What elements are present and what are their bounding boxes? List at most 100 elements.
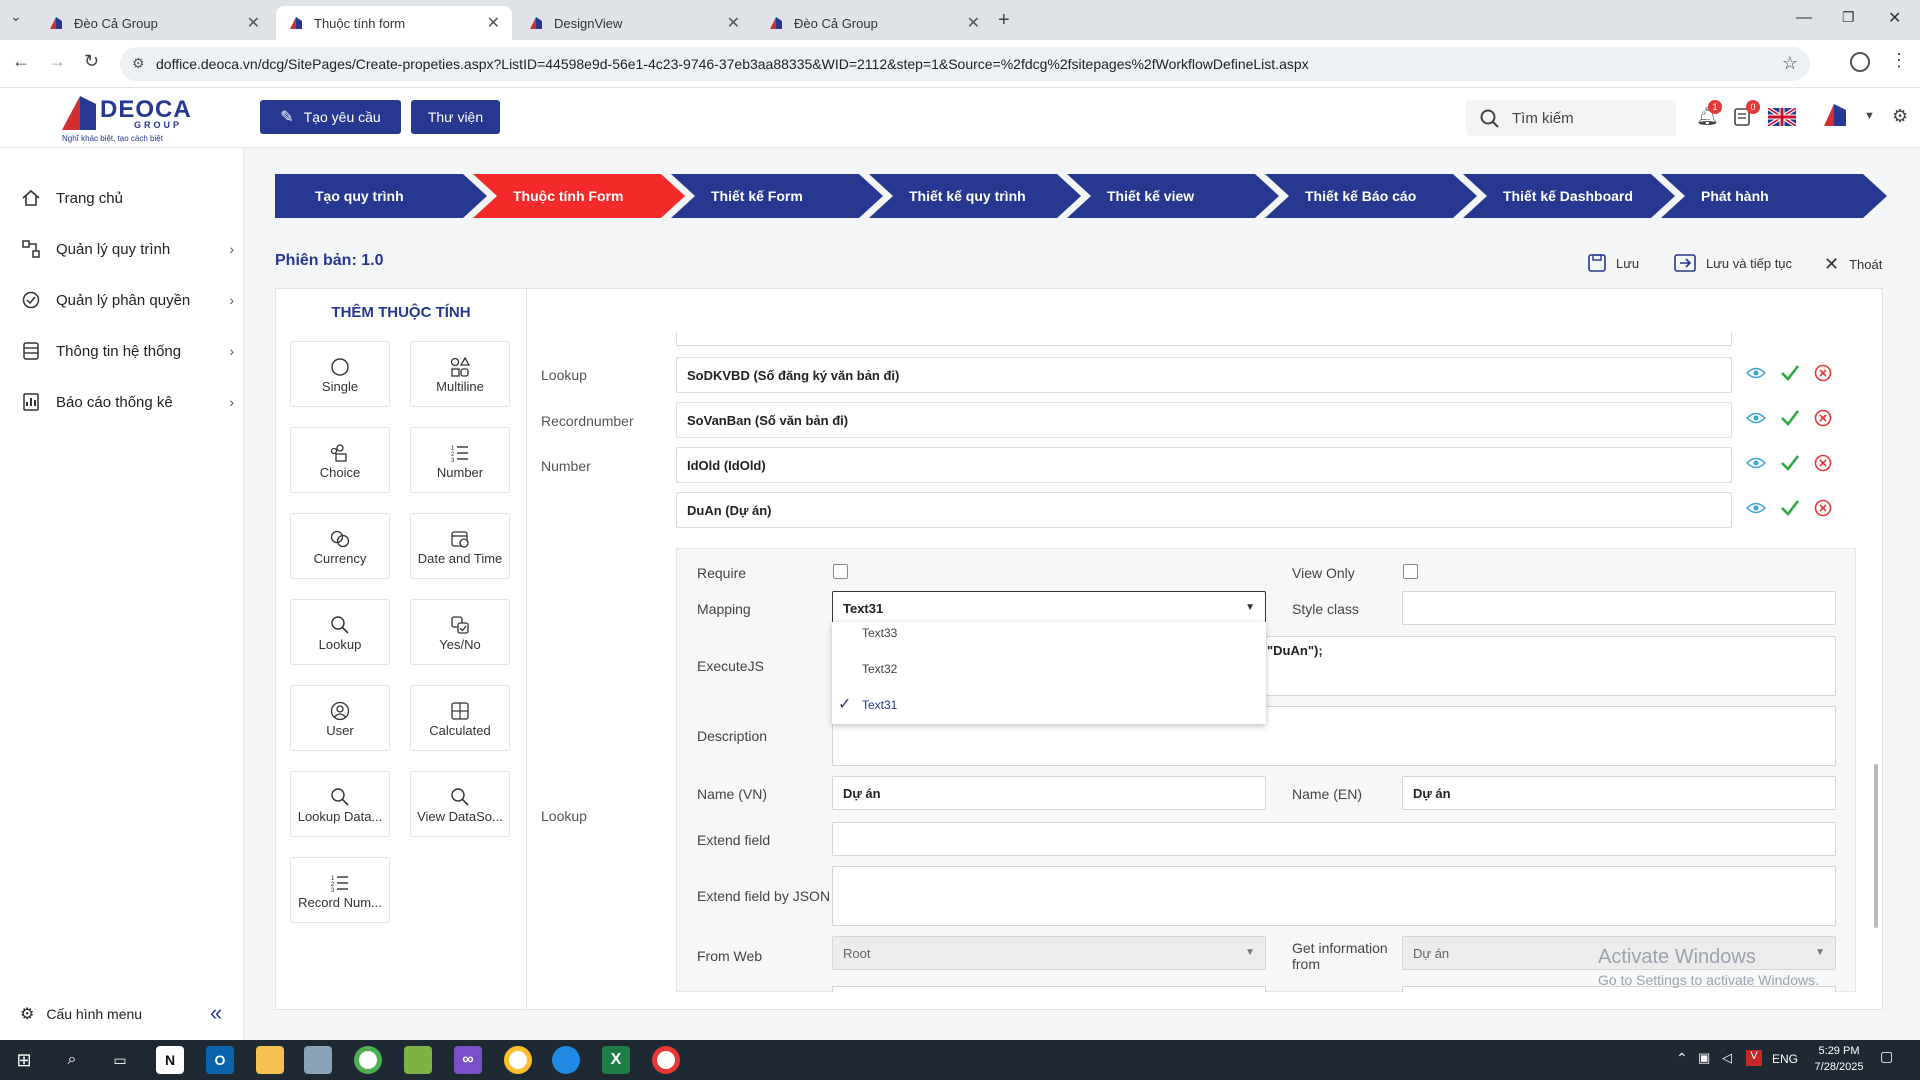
step-workflow-design[interactable]: Thiết kế quy trình [869,174,1081,218]
volume-icon[interactable]: ◁ [1722,1050,1732,1066]
site-info-icon[interactable]: ⚙ [132,55,145,72]
browser-tab-1[interactable]: Đèo Cả Group ✕ [36,6,272,40]
close-icon[interactable]: ✕ [727,13,740,33]
antivirus-icon[interactable]: V [1746,1050,1762,1066]
field-row[interactable]: IdOld (IdOld) [676,447,1732,483]
windows-start-icon[interactable]: ⊞ [10,1046,38,1074]
eye-icon[interactable] [1746,501,1766,520]
avatar[interactable] [1818,100,1852,134]
palette-date-time[interactable]: Date and Time [410,513,510,579]
palette-currency[interactable]: Currency [290,513,390,579]
settings-gear-icon[interactable]: ⚙ [1892,106,1908,127]
minimize-icon[interactable]: — [1796,9,1812,27]
name-en-input[interactable]: Dự án [1402,776,1836,810]
profile-icon[interactable] [1850,52,1870,72]
name-vn-input[interactable]: Dự án [832,776,1266,810]
from-web-select[interactable]: Root ▼ [832,936,1266,970]
palette-lookup[interactable]: Lookup [290,599,390,665]
mapping-option-selected[interactable]: Text31 [862,698,897,712]
sidebar-item-reports[interactable]: Báo cáo thống kê › [20,382,240,422]
close-icon[interactable]: ✕ [247,13,260,33]
extend-json-textarea[interactable] [832,866,1836,926]
eye-icon[interactable] [1746,411,1766,430]
field-row[interactable]: DuAn (Dự án) [676,492,1732,528]
window-close-icon[interactable]: ✕ [1888,8,1901,28]
search-input[interactable]: Tìm kiếm [1466,100,1676,136]
sidebar-item-permission[interactable]: Quản lý phân quyền › [20,280,240,320]
visual-studio-icon[interactable]: ∞ [454,1046,482,1074]
step-create-workflow[interactable]: Tạo quy trình [275,174,487,218]
step-view-design[interactable]: Thiết kế view [1067,174,1279,218]
messenger-icon[interactable] [552,1046,580,1074]
tab-list-icon[interactable]: ⌄ [10,8,22,25]
extend-field-input[interactable] [832,822,1836,856]
cancel-circle-icon[interactable] [1814,364,1832,387]
bookmark-star-icon[interactable]: ☆ [1782,53,1798,74]
scrollbar-thumb[interactable] [1874,764,1878,928]
palette-number[interactable]: 1 2 3 Number [410,427,510,493]
browser-tab-3[interactable]: DesignView ✕ [516,6,752,40]
palette-choice[interactable]: Choice [290,427,390,493]
restore-icon[interactable]: ❐ [1842,9,1855,26]
app-icon[interactable] [304,1046,332,1074]
palette-multiline[interactable]: Multiline [410,341,510,407]
palette-lookup-data[interactable]: Lookup Data... [290,771,390,837]
language-indicator[interactable]: ENG [1772,1052,1798,1066]
mapping-option[interactable]: Text33 [862,626,897,640]
field-row[interactable]: SoVanBan (Số văn bản đi) [676,402,1732,438]
library-button[interactable]: Thư viện [411,100,500,134]
browser-tab-4[interactable]: Đèo Cả Group ✕ [756,6,992,40]
close-icon[interactable]: ✕ [967,13,980,33]
eye-icon[interactable] [1746,456,1766,475]
browser-tab-2[interactable]: Thuộc tính form ✕ [276,6,512,40]
eye-icon[interactable] [1746,366,1766,385]
step-form-properties[interactable]: Thuộc tính Form [473,174,685,218]
palette-single[interactable]: Single [290,341,390,407]
mapping-select[interactable]: Text31 ▼ [832,591,1266,625]
field-row[interactable]: SoDKVBD (Số đăng ký văn bản đi) [676,357,1732,393]
palette-record-number[interactable]: 1 2 3 Record Num... [290,857,390,923]
url-input[interactable]: ⚙ doffice.deoca.vn/dcg/SitePages/Create-… [120,47,1810,81]
cancel-circle-icon[interactable] [1814,499,1832,522]
taskbar-search-icon[interactable]: ⌕ [58,1046,86,1074]
sidebar-item-home[interactable]: Trang chủ [20,178,240,218]
check-icon[interactable] [1780,364,1800,387]
file-explorer-icon[interactable] [256,1046,284,1074]
config-menu-button[interactable]: ⚙ Cấu hình menu [20,1004,142,1024]
reload-icon[interactable]: ↻ [84,51,99,72]
exit-button[interactable]: ✕ Thoát [1824,254,1882,275]
palette-calculated[interactable]: Calculated [410,685,510,751]
palette-view-datasource[interactable]: View DataSo... [410,771,510,837]
deoca-logo[interactable]: DEOCA GROUP Nghĩ khác biệt, tạo cách biệ… [60,92,191,144]
tray-chevron-icon[interactable]: ⌃ [1676,1050,1688,1067]
chrome-icon[interactable] [652,1046,680,1074]
notion-app-icon[interactable]: N [156,1046,184,1074]
task-view-icon[interactable]: ▭ [106,1046,134,1074]
chrome-icon[interactable] [354,1046,382,1074]
uk-flag-icon[interactable] [1768,108,1796,126]
palette-yes-no[interactable]: Yes/No [410,599,510,665]
step-report-design[interactable]: Thiết kế Báo cáo [1265,174,1477,218]
network-icon[interactable]: ▣ [1698,1050,1710,1066]
sidebar-item-system-info[interactable]: Thông tin hệ thống › [20,331,240,371]
forward-icon[interactable]: → [48,51,66,72]
back-icon[interactable]: ← [12,51,30,72]
caret-down-icon[interactable]: ▼ [1864,110,1875,122]
require-checkbox[interactable] [833,564,848,579]
palette-user[interactable]: User [290,685,390,751]
view-only-checkbox[interactable] [1403,564,1418,579]
save-button[interactable]: Lưu [1588,254,1639,272]
collapse-sidebar-icon[interactable]: « [210,1000,222,1026]
sidebar-item-workflow[interactable]: Quản lý quy trình › [20,229,240,269]
step-form-design[interactable]: Thiết kế Form [671,174,883,218]
chrome-icon[interactable] [504,1046,532,1074]
check-icon[interactable] [1780,409,1800,432]
notification-center-icon[interactable]: ▢ [1880,1048,1893,1065]
clock-date[interactable]: 7/28/2025 [1808,1061,1870,1073]
check-icon[interactable] [1780,499,1800,522]
clock-time[interactable]: 5:29 PM [1812,1045,1866,1057]
mapping-option[interactable]: Text32 [862,662,897,676]
cancel-circle-icon[interactable] [1814,454,1832,477]
browser-menu-icon[interactable]: ⋮ [1890,50,1908,71]
excel-icon[interactable]: X [602,1046,630,1074]
